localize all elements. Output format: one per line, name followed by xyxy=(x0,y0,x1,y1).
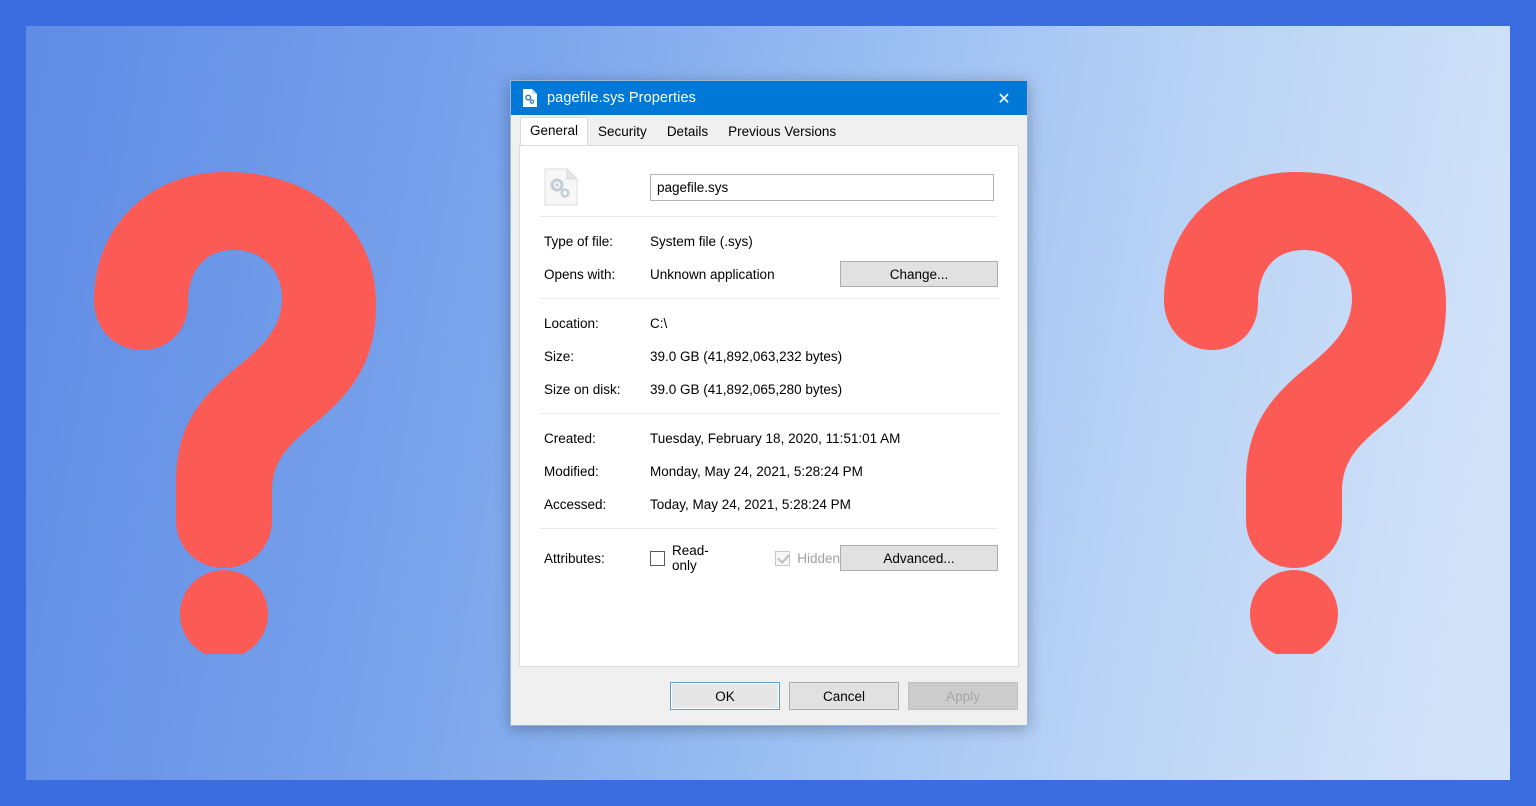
file-name-row xyxy=(540,158,998,216)
modified-value: Monday, May 24, 2021, 5:28:24 PM xyxy=(650,464,998,479)
hidden-label: Hidden xyxy=(797,551,840,566)
ok-button[interactable]: OK xyxy=(670,682,780,710)
opens-with-label: Opens with: xyxy=(544,267,650,282)
size-on-disk-label: Size on disk: xyxy=(544,382,650,397)
accessed-value: Today, May 24, 2021, 5:28:24 PM xyxy=(650,497,998,512)
checkbox-box xyxy=(775,551,790,566)
change-button[interactable]: Change... xyxy=(840,261,998,287)
opens-with-row: Opens with: Unknown application Change..… xyxy=(544,260,998,288)
tab-strip: General Security Details Previous Versio… xyxy=(511,115,1027,145)
type-of-file-value: System file (.sys) xyxy=(650,234,998,249)
size-row: Size: 39.0 GB (41,892,063,232 bytes) xyxy=(544,342,998,370)
created-row: Created: Tuesday, February 18, 2020, 11:… xyxy=(544,424,998,452)
tab-general[interactable]: General xyxy=(520,117,588,146)
read-only-label: Read-only xyxy=(672,543,730,573)
system-file-gear-icon xyxy=(544,168,578,206)
file-name-input[interactable] xyxy=(650,174,994,201)
type-of-file-row: Type of file: System file (.sys) xyxy=(544,227,998,255)
attributes-label: Attributes: xyxy=(544,551,650,566)
accessed-label: Accessed: xyxy=(544,497,650,512)
apply-button: Apply xyxy=(908,682,1018,710)
location-row: Location: C:\ xyxy=(544,309,998,337)
tab-details[interactable]: Details xyxy=(657,118,718,146)
tab-previous-versions[interactable]: Previous Versions xyxy=(718,118,846,146)
modified-row: Modified: Monday, May 24, 2021, 5:28:24 … xyxy=(544,457,998,485)
location-value: C:\ xyxy=(650,316,998,331)
file-type-group: Type of file: System file (.sys) Opens w… xyxy=(540,217,998,298)
size-label: Size: xyxy=(544,349,650,364)
created-label: Created: xyxy=(544,431,650,446)
hidden-checkbox: Hidden xyxy=(775,551,840,566)
dialog-footer: OK Cancel Apply xyxy=(511,667,1027,725)
modified-label: Modified: xyxy=(544,464,650,479)
accessed-row: Accessed: Today, May 24, 2021, 5:28:24 P… xyxy=(544,490,998,518)
size-value: 39.0 GB (41,892,063,232 bytes) xyxy=(650,349,998,364)
question-mark-icon xyxy=(1146,154,1446,654)
properties-dialog: pagefile.sys Properties ✕ General Securi… xyxy=(510,80,1028,726)
size-on-disk-row: Size on disk: 39.0 GB (41,892,065,280 by… xyxy=(544,375,998,403)
file-size-group: Location: C:\ Size: 39.0 GB (41,892,063,… xyxy=(540,299,998,413)
wallpaper-panel: pagefile.sys Properties ✕ General Securi… xyxy=(26,26,1510,780)
file-dates-group: Created: Tuesday, February 18, 2020, 11:… xyxy=(540,414,998,528)
opens-with-value: Unknown application xyxy=(650,267,840,282)
read-only-checkbox[interactable]: Read-only xyxy=(650,543,730,573)
dialog-titlebar: pagefile.sys Properties ✕ xyxy=(511,81,1027,115)
location-label: Location: xyxy=(544,316,650,331)
cancel-button[interactable]: Cancel xyxy=(789,682,899,710)
tab-security[interactable]: Security xyxy=(588,118,657,146)
close-icon[interactable]: ✕ xyxy=(981,81,1027,115)
advanced-button[interactable]: Advanced... xyxy=(840,545,998,571)
size-on-disk-value: 39.0 GB (41,892,065,280 bytes) xyxy=(650,382,998,397)
attributes-row: Attributes: Read-only Hidden Advanced... xyxy=(540,529,998,573)
question-mark-icon xyxy=(86,154,386,654)
general-tab-panel: Type of file: System file (.sys) Opens w… xyxy=(519,145,1019,667)
created-value: Tuesday, February 18, 2020, 11:51:01 AM xyxy=(650,431,998,446)
type-of-file-label: Type of file: xyxy=(544,234,650,249)
checkbox-box xyxy=(650,551,665,566)
system-file-icon xyxy=(522,89,538,107)
dialog-title: pagefile.sys Properties xyxy=(547,90,981,106)
desktop-backdrop: pagefile.sys Properties ✕ General Securi… xyxy=(0,0,1536,806)
